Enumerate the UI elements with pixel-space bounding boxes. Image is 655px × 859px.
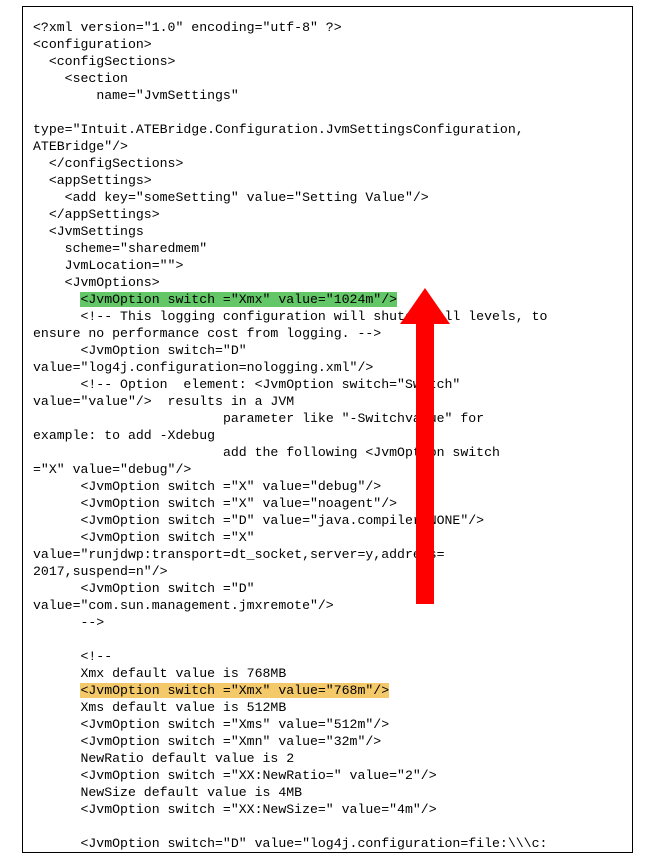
code-line: <configSections> <box>33 54 175 69</box>
code-line: <!-- Option element: <JvmOption switch="… <box>33 377 460 392</box>
code-line: NewSize default value is 4MB <box>33 785 302 800</box>
code-line: name="JvmSettings" <box>33 88 239 103</box>
arrow-shaft <box>416 318 434 604</box>
code-line: <section <box>33 71 128 86</box>
code-line: value="log4j.configuration=nologging.xml… <box>33 360 373 375</box>
code-line: <JvmOption switch ="X" value="debug"/> <box>33 479 381 494</box>
code-line: <!-- This logging configuration will shu… <box>33 309 547 324</box>
xml-code-block: <?xml version="1.0" encoding="utf-8" ?> … <box>33 19 622 853</box>
code-line: --> <box>33 615 104 630</box>
code-line: NewRatio default value is 2 <box>33 751 294 766</box>
code-line: value="runjdwp:transport=dt_socket,serve… <box>33 547 445 562</box>
code-line: <JvmOption switch ="X" <box>33 530 255 545</box>
code-line: ensure no performance cost from logging.… <box>33 326 381 341</box>
code-line: <?xml version="1.0" encoding="utf-8" ?> <box>33 20 342 35</box>
code-line: <JvmSettings <box>33 224 144 239</box>
code-line: value="value"/> results in a JVM <box>33 394 294 409</box>
code-line: <JvmOption switch ="XX:NewRatio=" value=… <box>33 768 437 783</box>
code-line: <JvmOption switch="D" <box>33 343 247 358</box>
code-line: <JvmOption switch ="Xmn" value="32m"/> <box>33 734 381 749</box>
page: <?xml version="1.0" encoding="utf-8" ?> … <box>0 0 655 859</box>
code-line: ATEBridge"/> <box>33 139 128 154</box>
code-line: 2017,suspend=n"/> <box>33 564 168 579</box>
highlight-yellow-line: <JvmOption switch ="Xmx" value="768m"/> <box>80 683 389 698</box>
code-line: </configSections> <box>33 156 183 171</box>
code-line: <configuration> <box>33 37 152 52</box>
code-line: scheme="sharedmem" <box>33 241 207 256</box>
code-line: value="com.sun.management.jmxremote"/> <box>33 598 334 613</box>
code-line: JvmLocation=""> <box>33 258 183 273</box>
arrow-up-icon <box>400 288 450 324</box>
code-line: type="Intuit.ATEBridge.Configuration.Jvm… <box>33 122 524 137</box>
code-line: <JvmOption switch ="Xms" value="512m"/> <box>33 717 389 732</box>
code-line: Xmx default value is 768MB <box>33 666 286 681</box>
code-line: <!-- <box>33 649 112 664</box>
code-line: example: to add -Xdebug <box>33 428 215 443</box>
code-line: Xms default value is 512MB <box>33 700 286 715</box>
code-line: <appSettings> <box>33 173 152 188</box>
code-frame: <?xml version="1.0" encoding="utf-8" ?> … <box>22 6 633 853</box>
code-line: <JvmOption switch ="XX:NewSize=" value="… <box>33 802 437 817</box>
code-leading-space <box>33 683 80 698</box>
code-line: ="X" value="debug"/> <box>33 462 191 477</box>
code-line: </appSettings> <box>33 207 160 222</box>
highlight-green-line: <JvmOption switch ="Xmx" value="1024m"/> <box>80 292 397 307</box>
code-line: <add key="someSetting" value="Setting Va… <box>33 190 429 205</box>
code-line: <JvmOption switch ="D" <box>33 581 255 596</box>
code-line: <JvmOptions> <box>33 275 160 290</box>
code-line: <JvmOption switch="D" value="log4j.confi… <box>33 836 547 851</box>
code-line: <JvmOption switch ="X" value="noagent"/> <box>33 496 397 511</box>
